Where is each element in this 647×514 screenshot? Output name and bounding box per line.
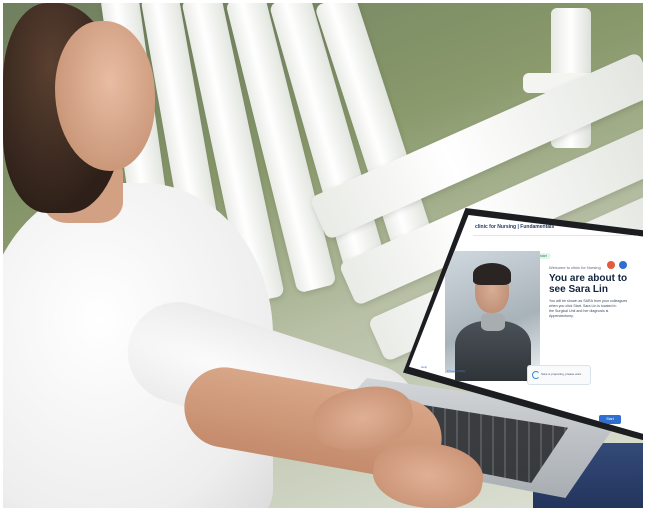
loading-text: Sara is preparing, please wait... <box>541 372 584 376</box>
privacy-link[interactable]: Privacy Policy <box>447 369 466 373</box>
partner-logo-icon <box>607 261 615 269</box>
patient-avatar-video <box>445 251 540 381</box>
partner-logos <box>607 261 643 271</box>
intro-paragraph: You will be shown as SARA from your coll… <box>549 299 635 319</box>
photo-scene: clinic for Nursing | Fundamentals Ready … <box>3 3 643 508</box>
brand-logo: clinic for Nursing | Fundamentals <box>475 224 555 230</box>
help-link[interactable]: Help <box>421 365 427 369</box>
avatar-collar <box>481 313 505 331</box>
loading-info-box: Sara is preparing, please wait... <box>527 365 591 385</box>
intro-line: Appendectomy. <box>549 314 574 318</box>
loading-spinner-icon <box>532 371 540 379</box>
welcome-text: Welcome to clinic for Nursing <box>549 265 601 270</box>
page-title: You are about to see Sara Lin <box>549 273 628 295</box>
avatar-hair <box>473 263 511 285</box>
partner-logo-icon <box>619 261 627 269</box>
